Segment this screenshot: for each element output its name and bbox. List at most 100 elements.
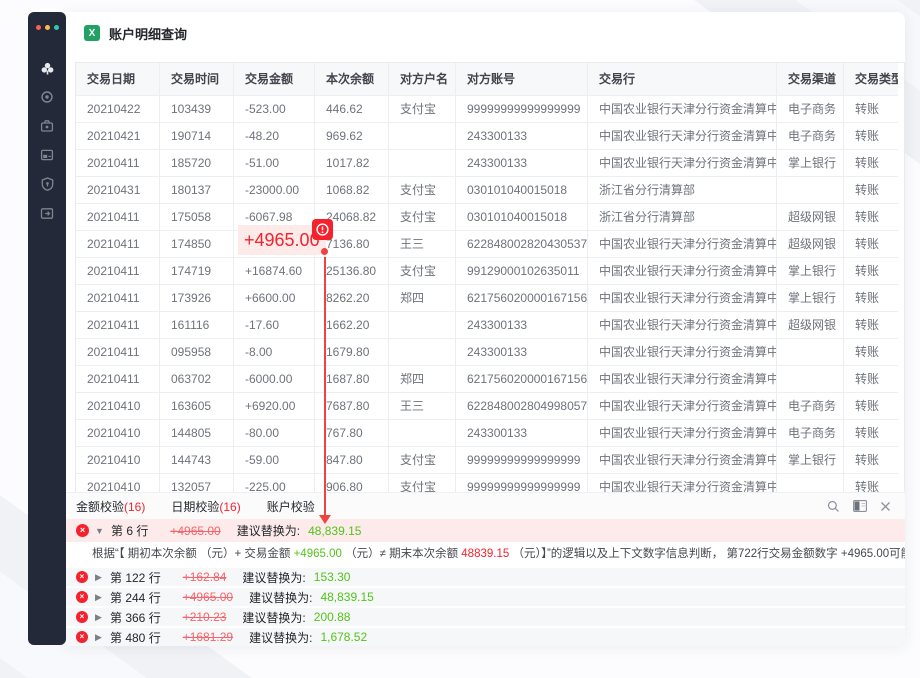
table-cell	[777, 366, 844, 393]
table-cell: 103439	[160, 96, 234, 123]
table-cell: +4965.00	[234, 231, 315, 258]
table-cell: 转账	[844, 393, 898, 420]
table-cell: 063702	[160, 366, 234, 393]
validation-issue-row[interactable]: ×▶第 366 行+210.23建议替换为:200.88	[62, 608, 905, 626]
error-circle-icon: ×	[76, 611, 88, 623]
table-cell: 6228480028049980577	[456, 393, 588, 420]
table-row[interactable]: 20210411174719+16874.6025136.80支付宝991290…	[76, 258, 904, 285]
table-cell: 转账	[844, 150, 898, 177]
caret-right-icon[interactable]: ▶	[94, 572, 103, 583]
table-cell: 20210411	[76, 258, 160, 285]
table-cell: 郑四	[389, 366, 456, 393]
window-minimize-dot[interactable]	[45, 25, 50, 30]
close-icon[interactable]	[878, 499, 893, 514]
briefcase-icon[interactable]	[39, 118, 55, 134]
app-logo-icon[interactable]	[39, 60, 55, 76]
table-cell: -23000.00	[234, 177, 315, 204]
column-header: 交易行	[588, 63, 777, 96]
table-cell: 20210422	[76, 96, 160, 123]
validation-issue-row[interactable]: ×▶第 244 行+4965.00建议替换为:48,839.15	[62, 588, 905, 606]
table-cell: 1068.82	[315, 177, 389, 204]
table-cell: 20210410	[76, 447, 160, 474]
table-cell: +6920.00	[234, 393, 315, 420]
table-cell: 支付宝	[389, 177, 456, 204]
table-cell: 99129000102635011	[456, 258, 588, 285]
table-row[interactable]: 20210411185720-51.001017.82243300133中国农业…	[76, 150, 904, 177]
search-icon[interactable]	[826, 499, 841, 514]
table-cell: 中国农业银行天津分行资金清算中心	[588, 366, 777, 393]
panel-actions	[826, 493, 893, 519]
table-cell: 906.80	[315, 474, 389, 492]
validation-tab-1[interactable]: 金额校验(16)	[76, 498, 145, 515]
table-cell: 掌上银行	[777, 285, 844, 312]
table-cell: 163605	[160, 393, 234, 420]
window-controls	[36, 25, 59, 30]
issue-list: ×▼第 6 行+4965.00建议替换为:48,839.15根据“【 期初本次余…	[62, 519, 905, 646]
export-icon[interactable]	[39, 205, 55, 221]
detail-segment: +4965.00	[294, 548, 342, 560]
table-cell: 掌上银行	[777, 447, 844, 474]
window-close-dot[interactable]	[36, 25, 41, 30]
table-cell: 郑四	[389, 285, 456, 312]
validation-tab-3[interactable]: 账户校验	[267, 498, 315, 515]
transactions-table-viewport: 交易日期交易时间交易金额本次余额对方户名对方账号交易行交易渠道交易类型20210…	[75, 62, 905, 492]
table-cell: 中国农业银行天津分行资金清算中心	[588, 150, 777, 177]
table-cell: 99999999999999999	[456, 96, 588, 123]
column-header: 对方户名	[389, 63, 456, 96]
validation-issue-row[interactable]: ×▶第 480 行+1681.29建议替换为:1,678.52	[62, 628, 905, 646]
issue-old-value: +210.23	[183, 610, 227, 624]
table-cell: 030101040015018	[456, 204, 588, 231]
split-view-icon[interactable]	[852, 499, 867, 514]
table-cell: 20210411	[76, 285, 160, 312]
table-cell: 6217560200001671561	[456, 366, 588, 393]
caret-right-icon[interactable]: ▶	[94, 612, 103, 623]
table-cell: 030101040015018	[456, 177, 588, 204]
caret-right-icon[interactable]: ▶	[94, 592, 103, 603]
caret-right-icon[interactable]: ▶	[94, 632, 103, 643]
validation-issue-row[interactable]: ×▶第 122 行+162.84建议替换为:153.30	[62, 568, 905, 586]
table-row[interactable]: 20210431180137-23000.001068.82支付宝0301010…	[76, 177, 904, 204]
validation-issue-row[interactable]: ×▼第 6 行+4965.00建议替换为:48,839.15	[62, 519, 905, 542]
issue-hint-label: 建议替换为:	[242, 569, 305, 586]
table-cell: 浙江省分行清算部	[588, 177, 777, 204]
issue-detail-text: 根据“【 期初本次余额 （元）+ 交易金额 +4965.00 （元）≠ 期末本次…	[62, 542, 905, 566]
table-row[interactable]: 20210411173926+6600.008262.20郑四621756020…	[76, 285, 904, 312]
table-row[interactable]: 20210411161116-17.601662.20243300133中国农业…	[76, 312, 904, 339]
table-cell: 中国农业银行天津分行资金清算中心	[588, 123, 777, 150]
table-row[interactable]: 20210410163605+6920.007687.80王三622848002…	[76, 393, 904, 420]
column-header: 对方账号	[456, 63, 588, 96]
table-row[interactable]: 20210421190714-48.20969.62243300133中国农业银…	[76, 123, 904, 150]
table-row[interactable]: 20210411174850+4965.007136.80王三622848002…	[76, 231, 904, 258]
table-cell: 99999999999999999	[456, 474, 588, 492]
table-cell: 767.80	[315, 420, 389, 447]
shield-icon[interactable]	[39, 176, 55, 192]
table-cell: 20210411	[76, 231, 160, 258]
table-row[interactable]: 20210410144743-59.00847.80支付宝99999999999…	[76, 447, 904, 474]
window-zoom-dot[interactable]	[54, 25, 59, 30]
caret-down-icon[interactable]: ▼	[95, 526, 104, 536]
detail-segment: （元）≠ 期末本次余额	[342, 548, 461, 560]
table-cell: 中国农业银行天津分行资金清算中心	[588, 258, 777, 285]
table-row[interactable]: 20210411175058-6067.9824068.82支付宝0301010…	[76, 204, 904, 231]
table-cell	[777, 177, 844, 204]
table-cell: 20210411	[76, 312, 160, 339]
table-cell: 1017.82	[315, 150, 389, 177]
validation-tab-2[interactable]: 日期校验(16)	[171, 498, 240, 515]
table-row[interactable]: 20210411063702-6000.001687.80郑四621756020…	[76, 366, 904, 393]
gear-icon[interactable]	[39, 89, 55, 105]
table-cell: 电子商务	[777, 393, 844, 420]
table-row[interactable]: 20210410132057-225.00906.80支付宝9999999999…	[76, 474, 904, 492]
flag-anchor-dot	[321, 248, 328, 255]
table-cell: 174719	[160, 258, 234, 285]
issue-old-value: +4965.00	[170, 524, 220, 538]
table-cell: 浙江省分行清算部	[588, 204, 777, 231]
table-row[interactable]: 20210410144805-80.00767.80243300133中国农业银…	[76, 420, 904, 447]
table-cell: -17.60	[234, 312, 315, 339]
table-row[interactable]: 20210411095958-8.001679.80243300133中国农业银…	[76, 339, 904, 366]
issue-hint-label: 建议替换为:	[249, 589, 312, 606]
exclamation-circle-icon[interactable]	[312, 219, 333, 240]
table-cell: -80.00	[234, 420, 315, 447]
image-icon[interactable]	[39, 147, 55, 163]
table-row[interactable]: 20210422103439-523.00446.62支付宝9999999999…	[76, 96, 904, 123]
table-cell: 095958	[160, 339, 234, 366]
